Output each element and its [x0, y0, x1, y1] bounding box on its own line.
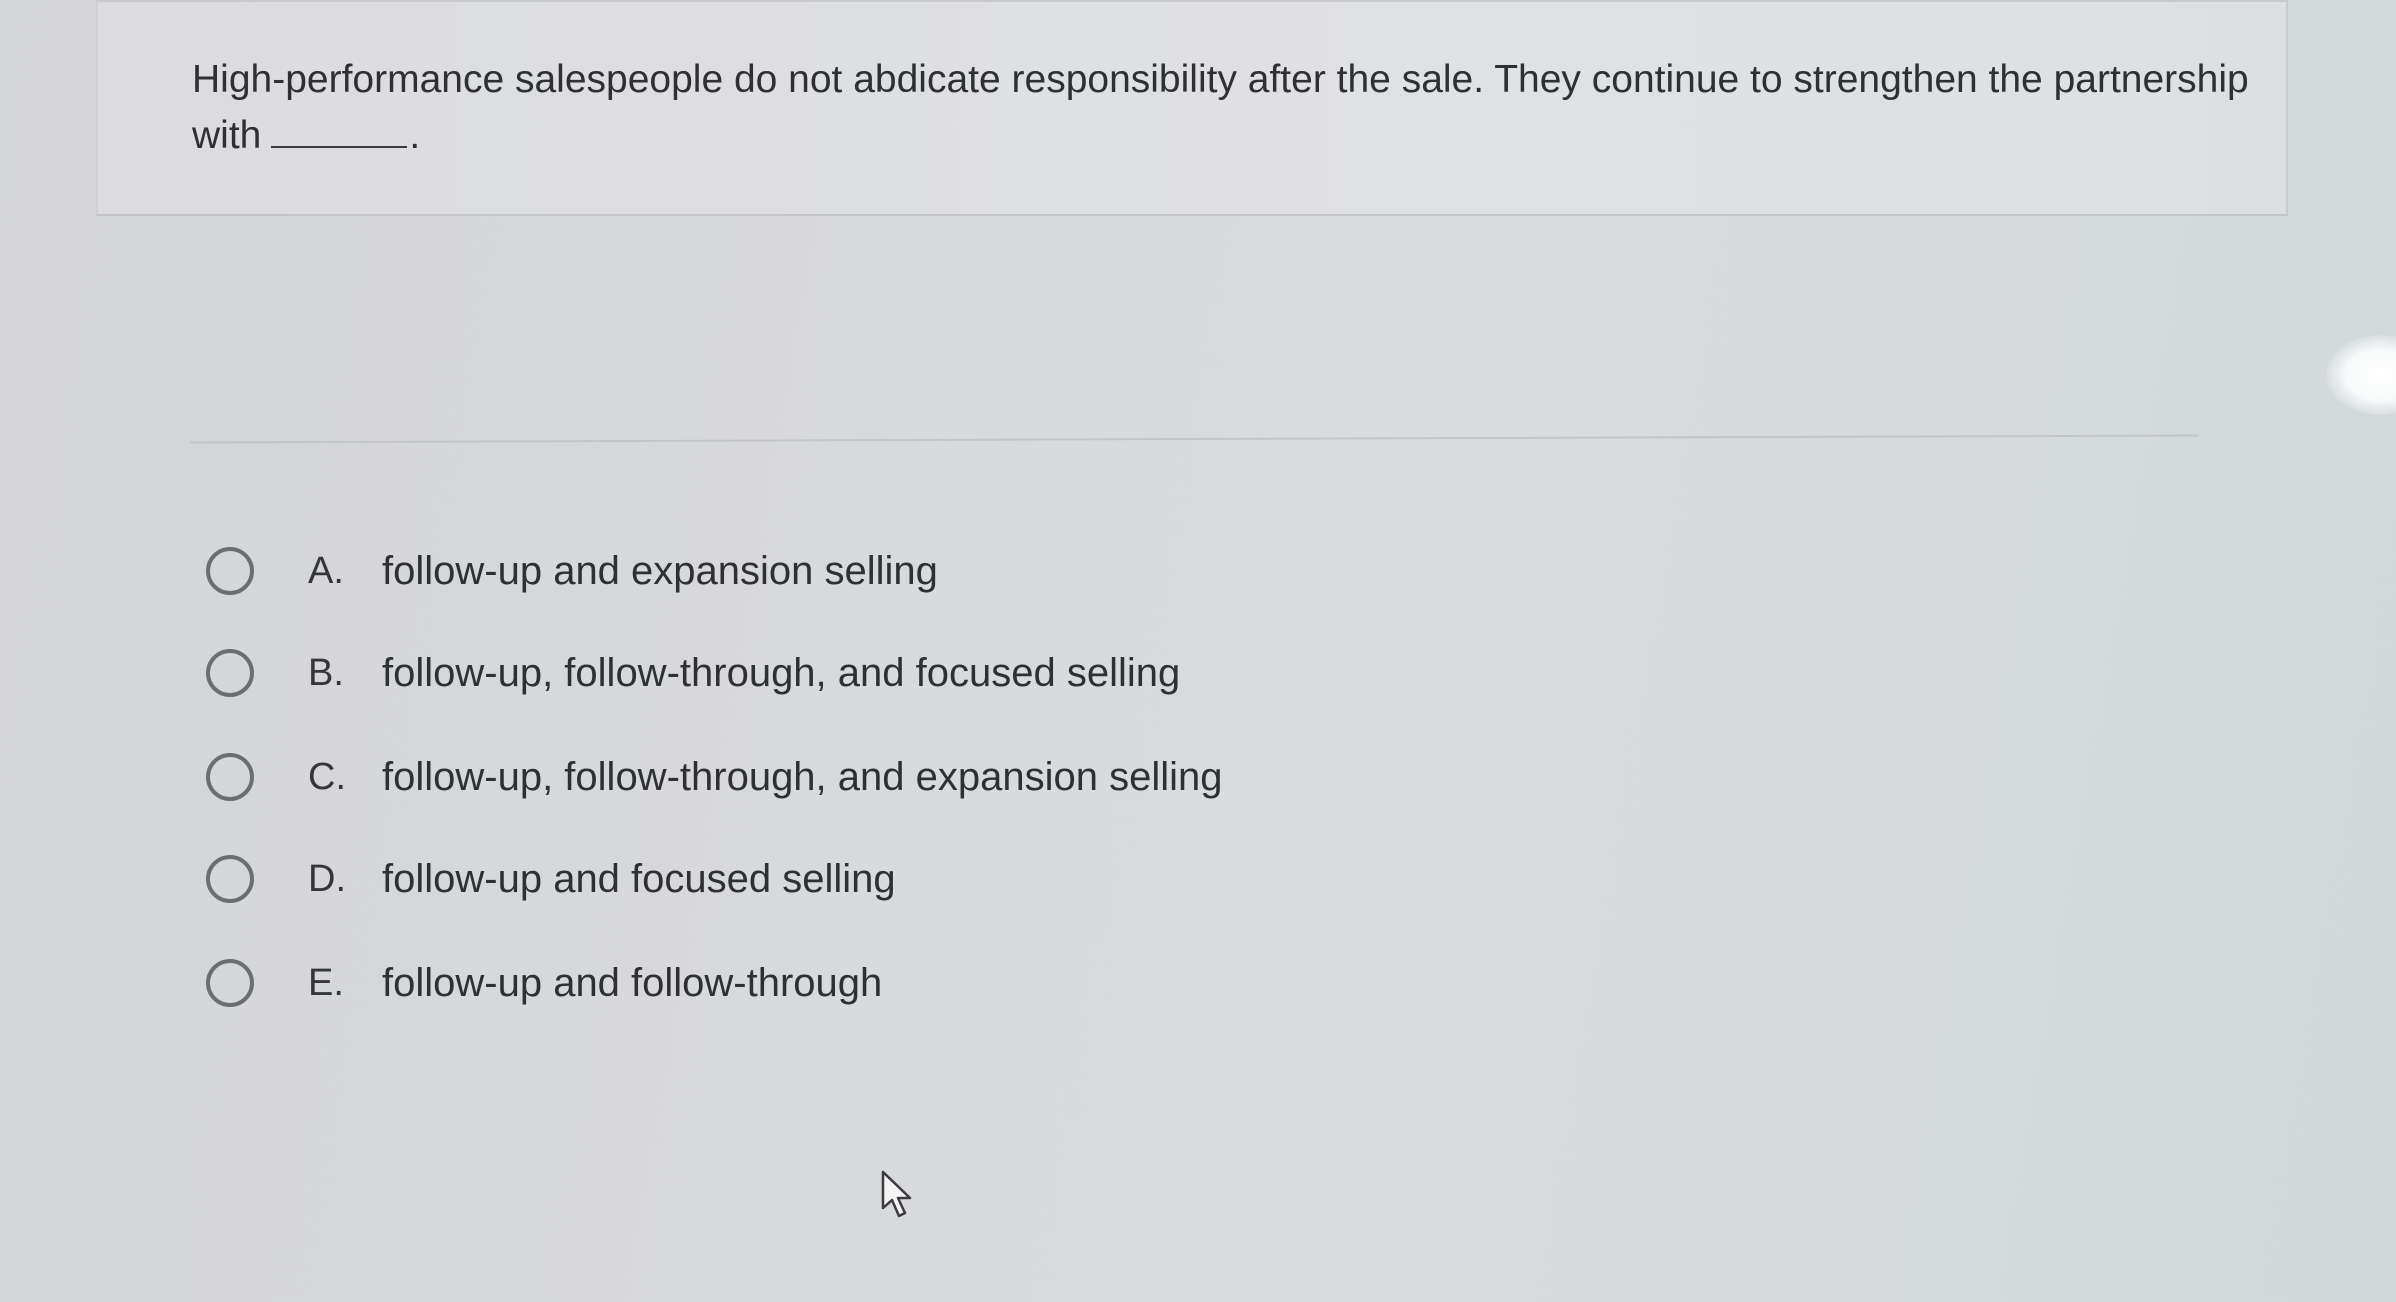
option-text[interactable]: follow-up, follow-through, and expansion…: [382, 755, 1223, 800]
radio-circle-icon[interactable]: [206, 855, 254, 903]
option-text[interactable]: follow-up, follow-through, and focused s…: [382, 651, 1180, 696]
option-letter: D.: [308, 857, 346, 900]
option-b[interactable]: B. follow-up, follow-through, and focuse…: [206, 640, 1506, 706]
question-end-punctuation: .: [409, 114, 421, 157]
option-c[interactable]: C. follow-up, follow-through, and expans…: [206, 744, 1506, 810]
question-text: High-performance salespeople do not abdi…: [192, 52, 2252, 164]
radio-circle-icon[interactable]: [206, 649, 254, 697]
question-panel: High-performance salespeople do not abdi…: [96, 0, 2288, 216]
answer-blank: [271, 116, 408, 148]
screen-glare: [2326, 335, 2396, 415]
radio-circle-icon[interactable]: [206, 959, 254, 1007]
option-letter: C.: [308, 755, 346, 798]
section-divider: [190, 434, 2198, 444]
option-d[interactable]: D. follow-up and focused selling: [206, 846, 1506, 912]
option-letter: A.: [308, 549, 344, 592]
option-text[interactable]: follow-up and follow-through: [382, 961, 882, 1006]
radio-circle-icon[interactable]: [206, 753, 254, 801]
option-letter: E.: [308, 961, 344, 1004]
option-a[interactable]: A. follow-up and expansion selling: [206, 538, 1506, 604]
radio-circle-icon[interactable]: [206, 547, 254, 595]
option-letter: B.: [308, 651, 344, 694]
option-e[interactable]: E. follow-up and follow-through: [206, 950, 1506, 1016]
option-text[interactable]: follow-up and expansion selling: [382, 549, 938, 594]
option-text[interactable]: follow-up and focused selling: [382, 857, 896, 902]
question-stem: High-performance salespeople do not abdi…: [192, 58, 2249, 157]
mouse-pointer-icon: [881, 1170, 912, 1218]
